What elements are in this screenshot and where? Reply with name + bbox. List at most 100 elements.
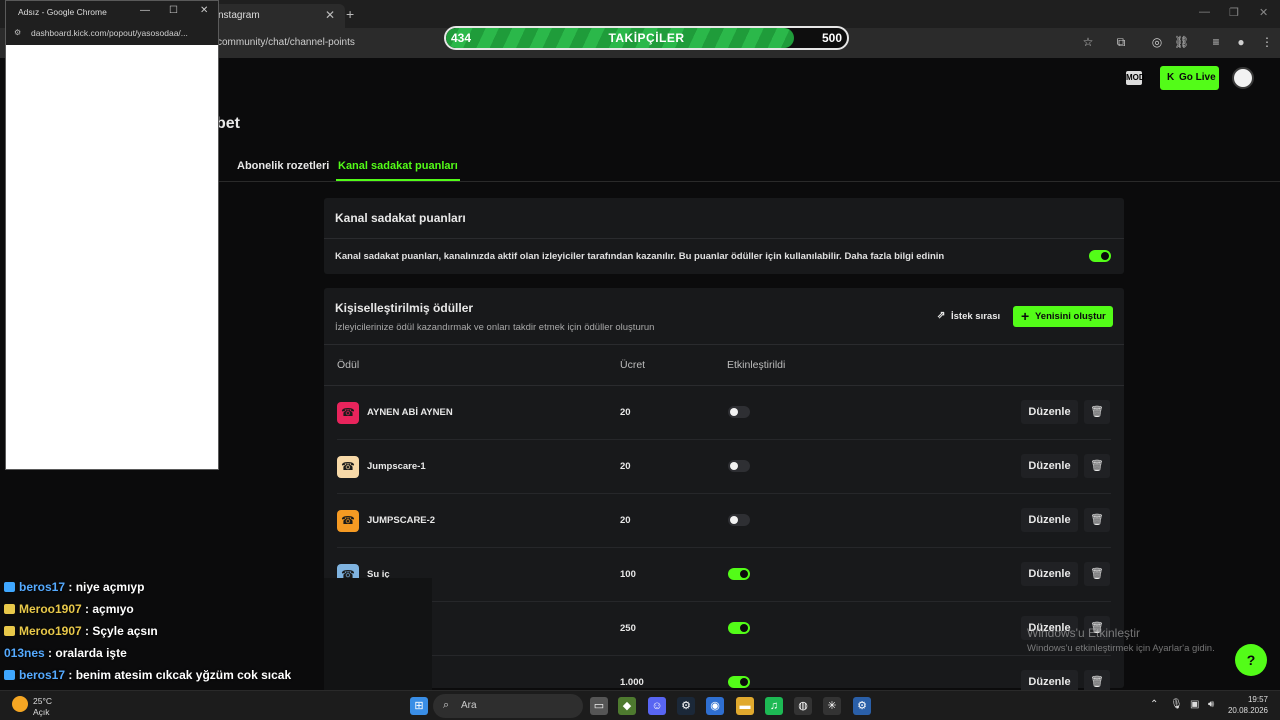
minimize-icon[interactable]: — xyxy=(1199,6,1210,18)
close-icon[interactable]: ✕ xyxy=(200,5,208,16)
close-icon[interactable]: ✕ xyxy=(1259,6,1268,19)
maximize-icon[interactable]: ❐ xyxy=(1229,6,1239,19)
new-tab-button[interactable]: + xyxy=(346,6,354,22)
browser-tab[interactable]: nstagram ✕ xyxy=(210,4,345,28)
link-icon[interactable]: ⛓ xyxy=(1174,35,1189,49)
settings-app-icon[interactable]: ⚙ xyxy=(853,697,871,715)
tab-channel-points[interactable]: Kanal sadakat puanları xyxy=(338,160,458,172)
volume-icon[interactable]: 🔊︎ xyxy=(1208,699,1214,710)
chat-message: beros17 : benim atesim cıkcak yğzüm cok … xyxy=(4,668,291,682)
tab-title: nstagram xyxy=(218,10,260,21)
chat-text: : niye açmıyp xyxy=(68,580,145,594)
table-row: ☎ AYNEN ABİ AYNEN 20 Düzenle 🗑︎ xyxy=(324,386,1124,440)
reward-enabled-toggle[interactable] xyxy=(728,406,750,418)
windows-activation-text: Windows'u etkinleştirmek için Ayarlar'a … xyxy=(1027,643,1215,654)
minecraft-icon[interactable]: ◆ xyxy=(618,697,636,715)
task-view-icon[interactable]: ▭ xyxy=(590,697,608,715)
reward-cost: 20 xyxy=(620,407,631,418)
bookmark-star-icon[interactable]: ☆ xyxy=(1081,35,1095,49)
reward-cost: 250 xyxy=(620,623,636,634)
site-info-icon[interactable]: ⚙ xyxy=(14,28,21,37)
reward-enabled-toggle[interactable] xyxy=(728,460,750,472)
reward-name: AYNEN ABİ AYNEN xyxy=(367,407,453,418)
divider xyxy=(324,344,1124,345)
extension-icon[interactable]: ◎ xyxy=(1150,35,1164,49)
chat-text: : oralarda işte xyxy=(48,646,127,660)
weather-temp: 25°C xyxy=(33,696,52,706)
loyalty-panel-title: Kanal sadakat puanları xyxy=(335,211,466,225)
delete-icon[interactable]: 🗑︎ xyxy=(1084,508,1110,532)
chat-username[interactable]: beros17 xyxy=(19,580,65,594)
table-row: ☎ JUMPSCARE-2 20 Düzenle 🗑︎ xyxy=(324,494,1124,548)
go-live-button[interactable]: K Go Live xyxy=(1160,66,1219,90)
loyalty-description: Kanal sadakat puanları, kanalınızda akti… xyxy=(335,251,945,262)
edit-button[interactable]: Düzenle xyxy=(1021,454,1078,478)
search-icon: ⌕ xyxy=(443,699,450,711)
help-chat-icon[interactable]: ? xyxy=(1235,644,1267,676)
microphone-icon[interactable]: 🎙︎ xyxy=(1170,699,1183,710)
reward-cost: 1.000 xyxy=(620,677,644,688)
profile-icon[interactable]: ● xyxy=(1234,35,1248,49)
chat-badge-icon xyxy=(4,670,15,680)
chrome-icon[interactable]: ◉ xyxy=(706,697,724,715)
edit-button[interactable]: Düzenle xyxy=(1021,508,1078,532)
loyalty-points-panel: Kanal sadakat puanları Kanal sadakat pua… xyxy=(324,198,1124,274)
page-title: bet xyxy=(216,115,240,132)
delete-icon[interactable]: 🗑︎ xyxy=(1084,454,1110,478)
reward-enabled-toggle[interactable] xyxy=(728,568,750,580)
follower-target: 500 xyxy=(821,31,842,45)
discord-icon[interactable]: ☺ xyxy=(648,697,666,715)
maximize-icon[interactable]: ☐ xyxy=(169,5,178,16)
request-queue-button[interactable]: ⇗ İstek sırası xyxy=(927,306,1007,326)
chat-username[interactable]: beros17 xyxy=(19,668,65,682)
reward-cost: 100 xyxy=(620,569,636,580)
edit-button[interactable]: Düzenle xyxy=(1021,400,1078,424)
reward-enabled-toggle[interactable] xyxy=(728,676,750,688)
steam-icon[interactable]: ⚙ xyxy=(677,697,695,715)
chat-message: 013nes : oralarda işte xyxy=(4,646,127,660)
extensions-icon[interactable]: ⧉ xyxy=(1114,35,1128,49)
tab-divider xyxy=(210,181,1280,182)
reward-enabled-toggle[interactable] xyxy=(728,622,750,634)
weather-condition: Açık xyxy=(33,707,50,717)
url-field[interactable]: community/chat/channel-points xyxy=(217,37,355,48)
chat-overlay-background xyxy=(324,578,432,690)
tab-subscriber-badges[interactable]: Abonelik rozetleri xyxy=(237,160,329,172)
reading-list-icon[interactable]: ≡ xyxy=(1209,35,1223,49)
reward-icon: ☎ xyxy=(337,456,359,478)
tray-chevron-icon[interactable]: ⌃ xyxy=(1150,699,1158,710)
chat-text: : benim atesim cıkcak yğzüm cok sıcak xyxy=(68,668,292,682)
chat-username[interactable]: Meroo1907 xyxy=(19,624,82,638)
rewards-panel-subtitle: İzleyicilerinize ödül kazandırmak ve onl… xyxy=(335,322,655,333)
divider xyxy=(324,238,1124,239)
tab-close-icon[interactable]: ✕ xyxy=(325,8,335,22)
reward-name: JUMPSCARE-2 xyxy=(367,515,436,526)
minimize-icon[interactable]: — xyxy=(140,5,150,16)
reward-enabled-toggle[interactable] xyxy=(728,514,750,526)
taskbar-clock[interactable]: 19:57 20.08.2026 xyxy=(1228,694,1268,716)
file-explorer-icon[interactable]: ▬ xyxy=(736,697,754,715)
delete-icon[interactable]: 🗑︎ xyxy=(1084,400,1110,424)
custom-rewards-panel: Kişiselleştirilmiş ödüller İzleyicilerin… xyxy=(324,288,1124,710)
avatar[interactable] xyxy=(1232,67,1254,89)
taskbar-search[interactable]: ⌕ Ara xyxy=(433,694,583,718)
popout-window: Adsız - Google Chrome — ☐ ✕ ⚙ dashboard.… xyxy=(5,0,219,470)
windows-activation-title: Windows'u Etkinleştir xyxy=(1027,626,1140,640)
mod-view-icon[interactable]: MOD xyxy=(1126,71,1145,85)
popout-url[interactable]: dashboard.kick.com/popout/yasosodaa/... xyxy=(31,28,188,38)
chat-username[interactable]: Meroo1907 xyxy=(19,602,82,616)
obs-icon[interactable]: ◍ xyxy=(794,697,812,715)
chat-text: : Sçyle açsın xyxy=(85,624,158,638)
windows-start-icon[interactable]: ⊞ xyxy=(410,697,428,715)
delete-icon[interactable]: 🗑︎ xyxy=(1084,562,1110,586)
chat-badge-icon xyxy=(4,604,15,614)
loyalty-enabled-toggle[interactable] xyxy=(1089,250,1111,262)
table-row: ☎İstek şarkı250Düzenle🗑︎ xyxy=(324,602,1124,656)
spotify-icon[interactable]: ♫ xyxy=(765,697,783,715)
network-icon[interactable]: ▣ xyxy=(1190,699,1199,710)
chat-username[interactable]: 013nes xyxy=(4,646,45,660)
menu-icon[interactable]: ⋮ xyxy=(1260,35,1274,49)
app-icon[interactable]: ✳ xyxy=(823,697,841,715)
create-reward-button[interactable]: + Yenisini oluştur xyxy=(1013,306,1113,327)
edit-button[interactable]: Düzenle xyxy=(1021,562,1078,586)
